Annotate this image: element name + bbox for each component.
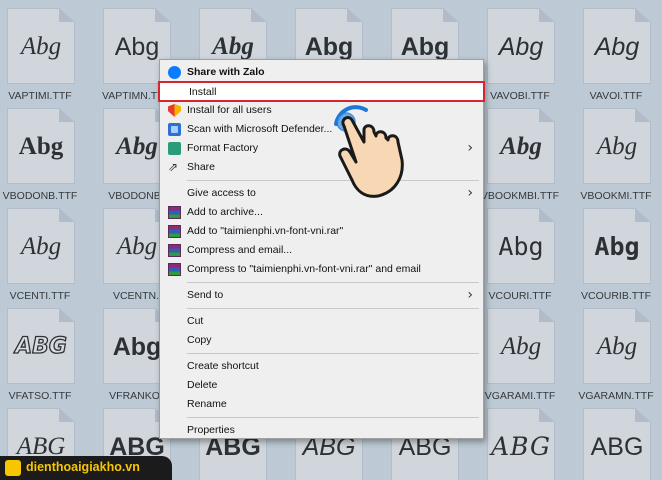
- font-sample: ABG: [491, 432, 551, 461]
- page-fold: [539, 8, 555, 22]
- menu-item-label: Share with Zalo: [187, 66, 265, 78]
- menu-item-copy[interactable]: Copy: [160, 331, 483, 350]
- watermark-text: dienthoaigiakho.vn: [26, 460, 140, 474]
- font-sample: ABG: [590, 433, 644, 461]
- font-sample: Abg: [114, 33, 160, 61]
- menu-item-label: Scan with Microsoft Defender...: [187, 123, 333, 135]
- font-sample: ABG: [14, 333, 67, 359]
- format-factory-icon: [168, 142, 181, 155]
- hand-pointer-icon: [334, 105, 404, 198]
- winrar-icon: [168, 206, 181, 219]
- menu-item-label: Send to: [187, 289, 224, 301]
- font-sample: Abg: [20, 233, 62, 260]
- file-name: VBODONB.TTF: [2, 190, 78, 202]
- page-fold: [539, 108, 555, 122]
- menu-item-compress-to-taimienphi-vn-font-vni-rar-and-email[interactable]: Compress to "taimienphi.vn-font-vni.rar"…: [160, 260, 483, 279]
- menu-item-cut[interactable]: Cut: [160, 312, 483, 331]
- watermark-logo: dienthoaigiakho.vn: [0, 456, 172, 480]
- page-fold: [635, 308, 651, 322]
- font-sample: Abg: [594, 33, 640, 61]
- file-name: VAPTIMI.TTF: [8, 90, 72, 102]
- font-sample: Abg: [304, 33, 354, 61]
- menu-item-share-with-zalo[interactable]: Share with Zalo: [160, 63, 483, 82]
- page-fold: [539, 208, 555, 222]
- winrar-icon: [168, 263, 181, 276]
- file-name: VAVOI.TTF: [589, 90, 643, 102]
- file-name: VFATSO.TTF: [8, 390, 72, 402]
- menu-item-label: Copy: [187, 334, 212, 346]
- menu-item-compress-and-email[interactable]: Compress and email...: [160, 241, 483, 260]
- font-sample: Abg: [596, 133, 638, 160]
- page-fold: [635, 8, 651, 22]
- file-name: VCOURI.TTF: [488, 290, 552, 302]
- menu-item-label: Install: [189, 86, 217, 98]
- menu-item-label: Add to archive...: [187, 206, 263, 218]
- menu-item-add-to-taimienphi-vn-font-vni-rar[interactable]: Add to "taimienphi.vn-font-vni.rar": [160, 222, 483, 241]
- page-fold: [635, 208, 651, 222]
- file-name: VAVOBI.TTF: [490, 90, 550, 102]
- menu-item-label: Compress to "taimienphi.vn-font-vni.rar"…: [187, 263, 421, 275]
- chevron-right-icon: ›: [467, 287, 473, 303]
- menu-item-label: Format Factory: [187, 142, 259, 154]
- page-fold: [539, 408, 555, 422]
- page-fold: [59, 8, 75, 22]
- file-name: VGARAMI.TTF: [484, 390, 556, 402]
- page-fold: [635, 108, 651, 122]
- menu-item-rename[interactable]: Rename: [160, 395, 483, 414]
- page-fold: [539, 308, 555, 322]
- menu-item-properties[interactable]: Properties: [160, 421, 483, 440]
- menu-item-label: Install for all users: [187, 104, 272, 116]
- winrar-icon: [168, 225, 181, 238]
- menu-item-label: Share: [187, 161, 216, 173]
- menu-separator: [187, 282, 479, 283]
- chevron-right-icon: ›: [467, 185, 473, 201]
- menu-item-label: Cut: [187, 315, 204, 327]
- logo-mark-icon: [5, 460, 21, 476]
- share-icon: ⇗: [168, 160, 179, 174]
- file-name: VBOOKMI.TTF: [580, 190, 652, 202]
- menu-item-label: Add to "taimienphi.vn-font-vni.rar": [187, 225, 344, 237]
- menu-item-delete[interactable]: Delete: [160, 376, 483, 395]
- menu-item-add-to-archive[interactable]: Add to archive...: [160, 203, 483, 222]
- menu-item-send-to[interactable]: Send to ›: [160, 286, 483, 305]
- page-fold: [635, 408, 651, 422]
- zalo-icon: [168, 66, 181, 79]
- font-sample: Abg: [18, 133, 64, 160]
- font-sample: Abg: [498, 33, 544, 61]
- chevron-right-icon: ›: [467, 140, 473, 156]
- file-name: VBOOKMBI.TTF: [480, 190, 560, 202]
- font-sample: Abg: [212, 33, 254, 60]
- menu-item-label: Compress and email...: [187, 244, 293, 256]
- font-sample: Abg: [500, 333, 542, 360]
- file-name: VGARAMN.TTF: [578, 390, 654, 402]
- shield-icon: [168, 104, 181, 117]
- menu-separator: [187, 308, 479, 309]
- menu-item-label: Properties: [187, 424, 235, 436]
- menu-item-label: Delete: [187, 379, 218, 391]
- font-sample: Abg: [20, 33, 62, 60]
- file-name: VCOURIB.TTF: [581, 290, 651, 302]
- font-sample: Abg: [498, 232, 544, 261]
- menu-item-label: Create shortcut: [187, 360, 259, 372]
- menu-item-label: Give access to: [187, 187, 256, 199]
- menu-item-install[interactable]: Install: [158, 81, 485, 102]
- page-fold: [59, 108, 75, 122]
- font-sample: Abg: [500, 133, 542, 160]
- font-sample: Abg: [596, 333, 638, 360]
- winrar-icon: [168, 244, 181, 257]
- menu-separator: [187, 353, 479, 354]
- defender-icon: [168, 123, 181, 136]
- file-name: VCENTI.TTF: [9, 290, 71, 302]
- font-sample: Abg: [400, 33, 450, 61]
- menu-separator: [187, 417, 479, 418]
- menu-item-create-shortcut[interactable]: Create shortcut: [160, 357, 483, 376]
- font-sample: Abg: [594, 232, 640, 261]
- menu-item-label: Rename: [187, 398, 227, 410]
